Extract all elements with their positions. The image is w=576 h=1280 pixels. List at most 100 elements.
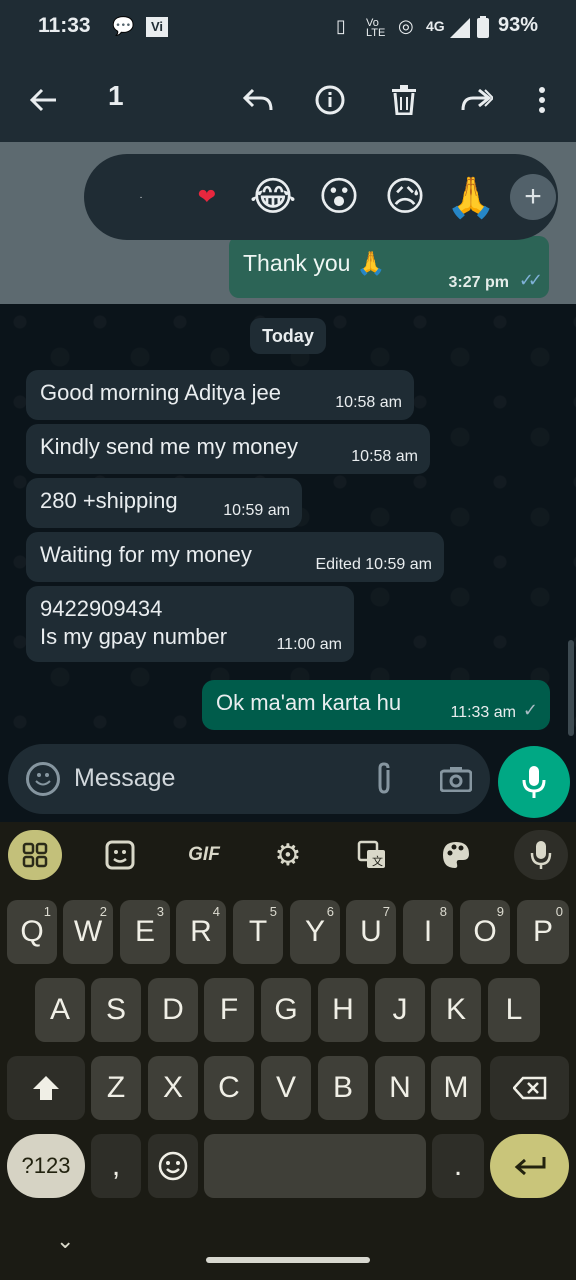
- more-options-button[interactable]: [522, 80, 562, 120]
- backspace-key[interactable]: [490, 1056, 569, 1120]
- signal-icon: [450, 18, 470, 38]
- network-label: 4G: [426, 18, 445, 34]
- spacebar[interactable]: [204, 1134, 426, 1198]
- info-button[interactable]: [310, 80, 350, 120]
- keyboard-mic-button[interactable]: [514, 830, 568, 880]
- comma-key[interactable]: ,: [91, 1134, 141, 1198]
- translate-button[interactable]: 文: [348, 830, 396, 880]
- message-bubble-incoming[interactable]: 9422909434 Is my gpay number 11:00 am: [26, 586, 354, 662]
- battery-icon: [477, 16, 489, 38]
- add-reaction-button[interactable]: +: [510, 174, 556, 220]
- message-time: 11:00 am: [276, 636, 342, 653]
- key-n[interactable]: N: [375, 1056, 425, 1120]
- key-r[interactable]: R4: [176, 900, 226, 964]
- key-j[interactable]: J: [375, 978, 425, 1042]
- message-input[interactable]: Message: [74, 764, 175, 793]
- key-g[interactable]: G: [261, 978, 311, 1042]
- message-time: 10:59 am: [223, 502, 290, 519]
- key-o[interactable]: O9: [460, 900, 510, 964]
- key-c[interactable]: C: [204, 1056, 254, 1120]
- message-time: 3:27 pm: [448, 274, 509, 291]
- key-z[interactable]: Z: [91, 1056, 141, 1120]
- key-l[interactable]: L: [488, 978, 540, 1042]
- emoji-key[interactable]: [148, 1134, 198, 1198]
- gesture-navigation-bar[interactable]: [206, 1257, 370, 1263]
- reaction-laugh[interactable]: 😂: [240, 167, 306, 227]
- message-text: 280 +shipping: [40, 488, 178, 513]
- key-p[interactable]: P0: [517, 900, 569, 964]
- key-b[interactable]: B: [318, 1056, 368, 1120]
- smiley-icon: [158, 1151, 188, 1181]
- enter-key[interactable]: [490, 1134, 569, 1198]
- key-k[interactable]: K: [431, 978, 481, 1042]
- key-e[interactable]: E3: [120, 900, 170, 964]
- key-v[interactable]: V: [261, 1056, 311, 1120]
- key-a[interactable]: A: [35, 978, 85, 1042]
- forward-icon: [461, 88, 493, 111]
- reaction-pray[interactable]: 🙏: [438, 167, 504, 227]
- keyboard-apps-button[interactable]: [8, 830, 62, 880]
- period-key[interactable]: .: [432, 1134, 484, 1198]
- key-label: T: [248, 915, 268, 948]
- key-y[interactable]: Y6: [290, 900, 340, 964]
- hotspot-icon: ◎: [398, 16, 414, 36]
- key-hint: 9: [496, 904, 504, 919]
- key-d[interactable]: D: [148, 978, 198, 1042]
- key-hint: 4: [212, 904, 220, 919]
- key-u[interactable]: U7: [346, 900, 396, 964]
- status-bar: 11:33 💬 Vi ▯ Vo LTE ◎ 4G 93%: [0, 0, 576, 58]
- back-button[interactable]: [24, 80, 64, 120]
- reply-button[interactable]: [238, 80, 278, 120]
- reaction-heart[interactable]: ❤: [174, 167, 240, 227]
- key-t[interactable]: T5: [233, 900, 283, 964]
- reaction-dot[interactable]: ·: [108, 167, 174, 227]
- chat-scrollbar[interactable]: [568, 640, 574, 736]
- key-q[interactable]: Q1: [7, 900, 57, 964]
- keyboard-settings-button[interactable]: ⚙: [264, 830, 312, 880]
- key-hint: 1: [43, 904, 51, 919]
- key-f[interactable]: F: [204, 978, 254, 1042]
- message-bubble-incoming[interactable]: Waiting for my money Edited 10:59 am: [26, 532, 444, 582]
- key-h[interactable]: H: [318, 978, 368, 1042]
- reaction-surprised[interactable]: 😮: [306, 167, 372, 227]
- sticker-icon: [105, 840, 135, 870]
- translate-icon: 文: [357, 840, 385, 868]
- forward-button[interactable]: [456, 80, 496, 120]
- key-s[interactable]: S: [91, 978, 141, 1042]
- hide-keyboard-chevron-icon[interactable]: ⌄: [56, 1228, 74, 1254]
- key-label: R: [190, 915, 212, 948]
- key-w[interactable]: W2: [63, 900, 113, 964]
- camera-button[interactable]: [440, 766, 472, 792]
- message-bubble-incoming[interactable]: 280 +shipping 10:59 am: [26, 478, 302, 528]
- key-label: P: [532, 915, 553, 948]
- key-i[interactable]: I8: [403, 900, 453, 964]
- key-label: U: [360, 915, 382, 948]
- date-chip: Today: [250, 318, 326, 354]
- emoji-button[interactable]: [26, 762, 60, 796]
- key-x[interactable]: X: [148, 1056, 198, 1120]
- theme-button[interactable]: [432, 830, 480, 880]
- message-time: Edited 10:59 am: [315, 556, 432, 573]
- message-bubble-incoming[interactable]: Kindly send me my money 10:58 am: [26, 424, 430, 474]
- mic-icon: [530, 841, 552, 869]
- reaction-sad[interactable]: 😥: [372, 167, 438, 227]
- read-ticks-icon: ✓✓: [518, 270, 543, 290]
- sticker-button[interactable]: [96, 830, 144, 880]
- symbols-key[interactable]: ?123: [7, 1134, 85, 1198]
- selected-outgoing-message[interactable]: Thank you 🙏 3:27 pm ✓✓: [229, 236, 549, 298]
- delete-button[interactable]: [384, 80, 424, 120]
- key-hint: 2: [99, 904, 107, 919]
- mic-icon: [522, 766, 546, 798]
- gif-button[interactable]: GIF: [180, 830, 228, 880]
- key-m[interactable]: M: [431, 1056, 481, 1120]
- svg-text:文: 文: [372, 854, 383, 868]
- voice-message-button[interactable]: [498, 746, 570, 818]
- message-bubble-outgoing[interactable]: Ok ma'am karta hu 11:33 am ✓: [202, 680, 550, 730]
- message-bubble-incoming[interactable]: Good morning Aditya jee 10:58 am: [26, 370, 414, 420]
- vibrate-icon: ▯: [336, 16, 346, 36]
- shift-key[interactable]: [7, 1056, 85, 1120]
- message-text: Waiting for my money: [40, 542, 252, 567]
- attach-button[interactable]: [374, 762, 394, 796]
- key-hint: 6: [326, 904, 334, 919]
- status-time: 11:33: [38, 14, 91, 37]
